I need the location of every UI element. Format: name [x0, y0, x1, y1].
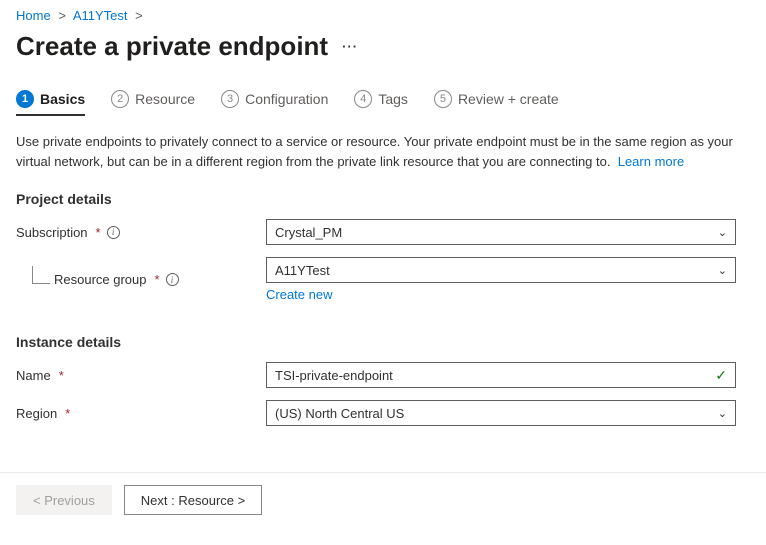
- check-icon: ✓: [715, 367, 727, 384]
- tab-step-icon: 4: [354, 90, 372, 108]
- tab-step-icon: 2: [111, 90, 129, 108]
- tab-step-icon: 5: [434, 90, 452, 108]
- wizard-footer: < Previous Next : Resource >: [0, 472, 766, 527]
- tab-step-icon: 1: [16, 90, 34, 108]
- tab-review-create[interactable]: 5 Review + create: [434, 90, 559, 108]
- required-star: *: [65, 406, 70, 421]
- tab-resource[interactable]: 2 Resource: [111, 90, 195, 108]
- tab-label: Tags: [378, 91, 408, 107]
- chevron-down-icon: ⌄: [718, 407, 727, 420]
- section-project-details: Project details: [0, 181, 766, 213]
- tree-branch-icon: [32, 266, 50, 284]
- label-name: Name *: [16, 368, 266, 383]
- section-instance-details: Instance details: [0, 324, 766, 356]
- required-star: *: [59, 368, 64, 383]
- breadcrumb-sep: >: [135, 8, 143, 23]
- next-button[interactable]: Next : Resource >: [124, 485, 262, 515]
- input-value: TSI-private-endpoint: [275, 368, 393, 383]
- subscription-select[interactable]: Crystal_PM ⌄: [266, 219, 736, 245]
- tab-tags[interactable]: 4 Tags: [354, 90, 408, 108]
- label-text: Subscription: [16, 225, 88, 240]
- tab-label: Configuration: [245, 91, 328, 107]
- chevron-down-icon: ⌄: [718, 226, 727, 239]
- create-new-link[interactable]: Create new: [266, 287, 332, 302]
- required-star: *: [96, 225, 101, 240]
- label-subscription: Subscription * i: [16, 225, 266, 240]
- row-subscription: Subscription * i Crystal_PM ⌄: [0, 213, 766, 251]
- required-star: *: [155, 272, 160, 287]
- select-value: (US) North Central US: [275, 406, 404, 421]
- learn-more-link[interactable]: Learn more: [618, 154, 684, 169]
- info-icon[interactable]: i: [107, 226, 120, 239]
- title-row: Create a private endpoint ···: [0, 27, 766, 82]
- row-resource-group: Resource group * i A11YTest ⌄ Create new: [0, 251, 766, 308]
- tab-label: Review + create: [458, 91, 559, 107]
- label-text: Resource group: [54, 272, 147, 287]
- chevron-down-icon: ⌄: [718, 264, 727, 277]
- description-text: Use private endpoints to privately conne…: [0, 108, 766, 181]
- resource-group-select[interactable]: A11YTest ⌄: [266, 257, 736, 283]
- previous-button: < Previous: [16, 485, 112, 515]
- label-region: Region *: [16, 406, 266, 421]
- region-select[interactable]: (US) North Central US ⌄: [266, 400, 736, 426]
- row-name: Name * TSI-private-endpoint ✓: [0, 356, 766, 394]
- tab-configuration[interactable]: 3 Configuration: [221, 90, 328, 108]
- label-text: Region: [16, 406, 57, 421]
- breadcrumb-item[interactable]: A11YTest: [73, 8, 128, 23]
- breadcrumb-home[interactable]: Home: [16, 8, 51, 23]
- tab-label: Resource: [135, 91, 195, 107]
- select-value: Crystal_PM: [275, 225, 342, 240]
- name-input[interactable]: TSI-private-endpoint ✓: [266, 362, 736, 388]
- tab-label: Basics: [40, 91, 85, 107]
- page-title: Create a private endpoint: [16, 31, 328, 62]
- breadcrumb: Home > A11YTest >: [0, 0, 766, 27]
- row-region: Region * (US) North Central US ⌄: [0, 394, 766, 432]
- breadcrumb-sep: >: [58, 8, 66, 23]
- tab-basics[interactable]: 1 Basics: [16, 90, 85, 108]
- wizard-tabs: 1 Basics 2 Resource 3 Configuration 4 Ta…: [0, 82, 766, 108]
- info-icon[interactable]: i: [166, 273, 179, 286]
- label-text: Name: [16, 368, 51, 383]
- more-icon[interactable]: ···: [342, 39, 358, 54]
- label-resource-group: Resource group * i: [16, 272, 266, 287]
- select-value: A11YTest: [275, 263, 330, 278]
- tab-step-icon: 3: [221, 90, 239, 108]
